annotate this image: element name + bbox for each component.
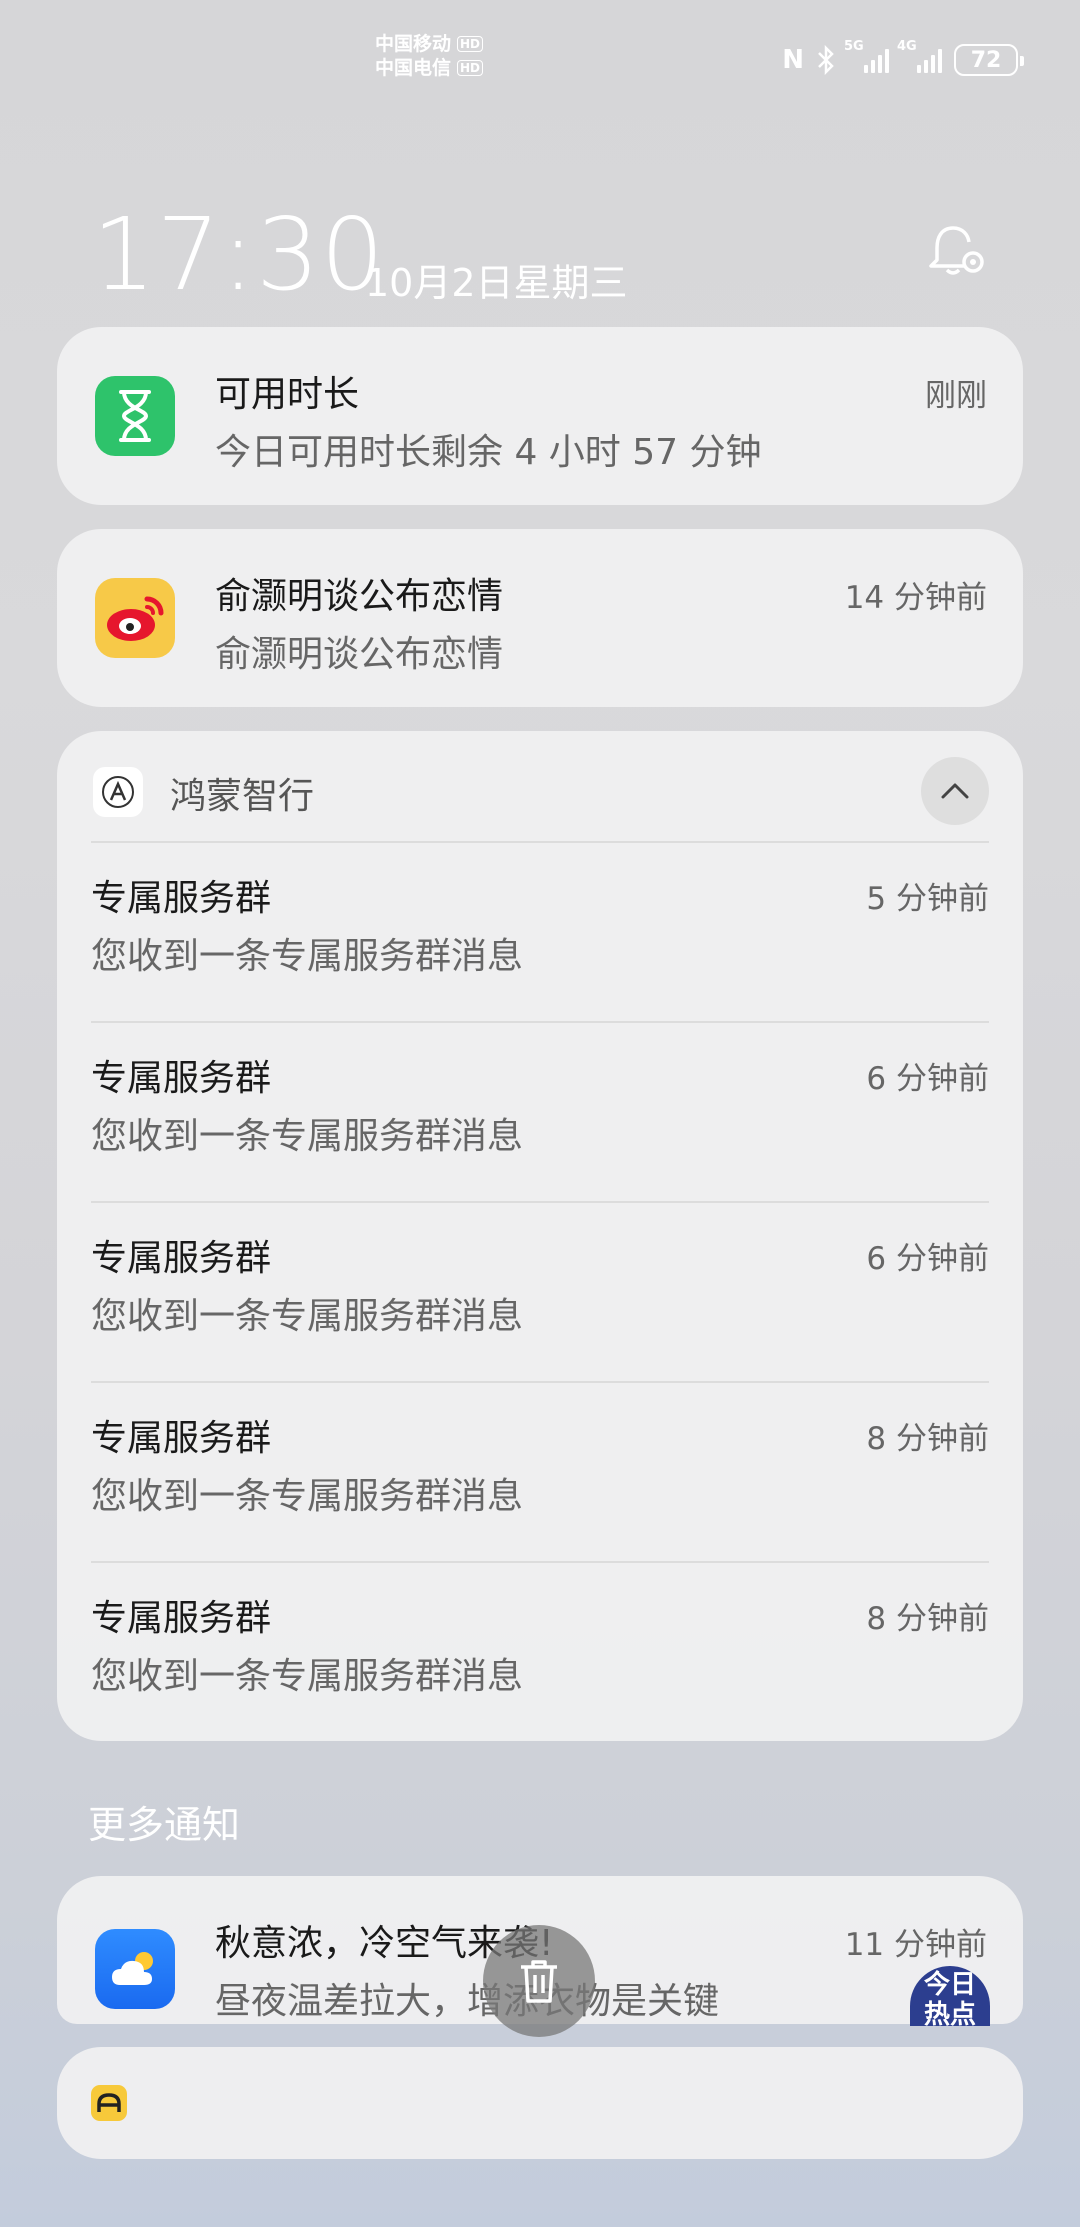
lock-clock: 17:30 xyxy=(92,196,386,313)
carrier-info: 中国移动 HD 中国电信 HD xyxy=(375,32,484,80)
notification-body: 俞灏明谈公布恋情 xyxy=(215,634,504,675)
group-item-body: 您收到一条专属服务群消息 xyxy=(91,1476,524,1517)
clear-all-button[interactable] xyxy=(483,1925,595,2037)
group-item-title: 专属服务群 xyxy=(91,878,272,919)
notification-title: 可用时长 xyxy=(215,374,360,415)
group-item-time: 8 分钟前 xyxy=(866,1421,989,1457)
carrier-1: 中国移动 xyxy=(375,33,452,55)
bluetooth-icon xyxy=(818,45,834,75)
notification-body: 今日可用时长剩余 4 小时 57 分钟 xyxy=(215,432,762,473)
app-small-icon xyxy=(91,2085,127,2121)
hongmeng-app-icon xyxy=(93,767,143,817)
more-notifications-label[interactable]: 更多通知 xyxy=(88,1794,240,1849)
notification-time: 刚刚 xyxy=(925,378,987,414)
notification-time: 11 分钟前 xyxy=(844,1927,987,1963)
group-item-body: 您收到一条专属服务群消息 xyxy=(91,1116,524,1157)
group-item[interactable]: 专属服务群 您收到一条专属服务群消息 8 分钟前 xyxy=(91,1563,989,1743)
notification-card-weibo[interactable]: 俞灏明谈公布恋情 俞灏明谈公布恋情 14 分钟前 xyxy=(57,529,1023,707)
group-item-body: 您收到一条专属服务群消息 xyxy=(91,936,524,977)
group-item[interactable]: 专属服务群 您收到一条专属服务群消息 6 分钟前 xyxy=(91,1203,989,1383)
hd-badge: HD xyxy=(457,60,484,76)
chevron-up-icon xyxy=(941,783,969,799)
group-item-time: 8 分钟前 xyxy=(866,1601,989,1637)
notification-settings-icon[interactable] xyxy=(925,222,985,282)
notification-card-screen-time[interactable]: 可用时长 今日可用时长剩余 4 小时 57 分钟 刚刚 xyxy=(57,327,1023,505)
notification-group-hongmeng[interactable]: 鸿蒙智行 专属服务群 您收到一条专属服务群消息 5 分钟前 专属服务群 您收到一… xyxy=(57,731,1023,1741)
notification-body: 昼夜温差拉大，增添衣物是关键 xyxy=(215,1981,720,2022)
group-item-time: 6 分钟前 xyxy=(866,1061,989,1097)
hd-badge: HD xyxy=(457,36,484,52)
group-app-name: 鸿蒙智行 xyxy=(170,776,315,817)
group-item-title: 专属服务群 xyxy=(91,1058,272,1099)
notification-title: 俞灏明谈公布恋情 xyxy=(215,576,504,617)
group-item-time: 5 分钟前 xyxy=(866,881,989,917)
signal-4g-icon: 4G xyxy=(897,39,942,73)
group-header[interactable]: 鸿蒙智行 xyxy=(57,731,1023,841)
collapse-group-button[interactable] xyxy=(921,757,989,825)
group-item[interactable]: 专属服务群 您收到一条专属服务群消息 8 分钟前 xyxy=(91,1383,989,1563)
group-item-title: 专属服务群 xyxy=(91,1238,272,1279)
group-item-body: 您收到一条专属服务群消息 xyxy=(91,1656,524,1697)
group-item-time: 6 分钟前 xyxy=(866,1241,989,1277)
status-icons: N 5G 4G 72 xyxy=(782,39,1024,76)
group-item[interactable]: 专属服务群 您收到一条专属服务群消息 5 分钟前 xyxy=(91,843,989,1023)
battery-indicator: 72 xyxy=(954,44,1024,76)
notification-time: 14 分钟前 xyxy=(844,580,987,616)
trash-icon xyxy=(521,1960,557,2003)
carrier-2: 中国电信 xyxy=(375,57,452,79)
nfc-icon: N xyxy=(782,45,804,75)
weibo-icon xyxy=(95,578,175,658)
lock-date: 10月2日星期三 xyxy=(365,261,628,305)
group-item-title: 专属服务群 xyxy=(91,1418,272,1459)
weather-icon xyxy=(95,1929,175,2009)
group-item-body: 您收到一条专属服务群消息 xyxy=(91,1296,524,1337)
notification-card-collapsed[interactable] xyxy=(57,2047,1023,2159)
signal-5g-icon: 5G xyxy=(844,39,889,73)
hourglass-icon xyxy=(95,376,175,456)
group-item-title: 专属服务群 xyxy=(91,1598,272,1639)
group-item[interactable]: 专属服务群 您收到一条专属服务群消息 6 分钟前 xyxy=(91,1023,989,1203)
